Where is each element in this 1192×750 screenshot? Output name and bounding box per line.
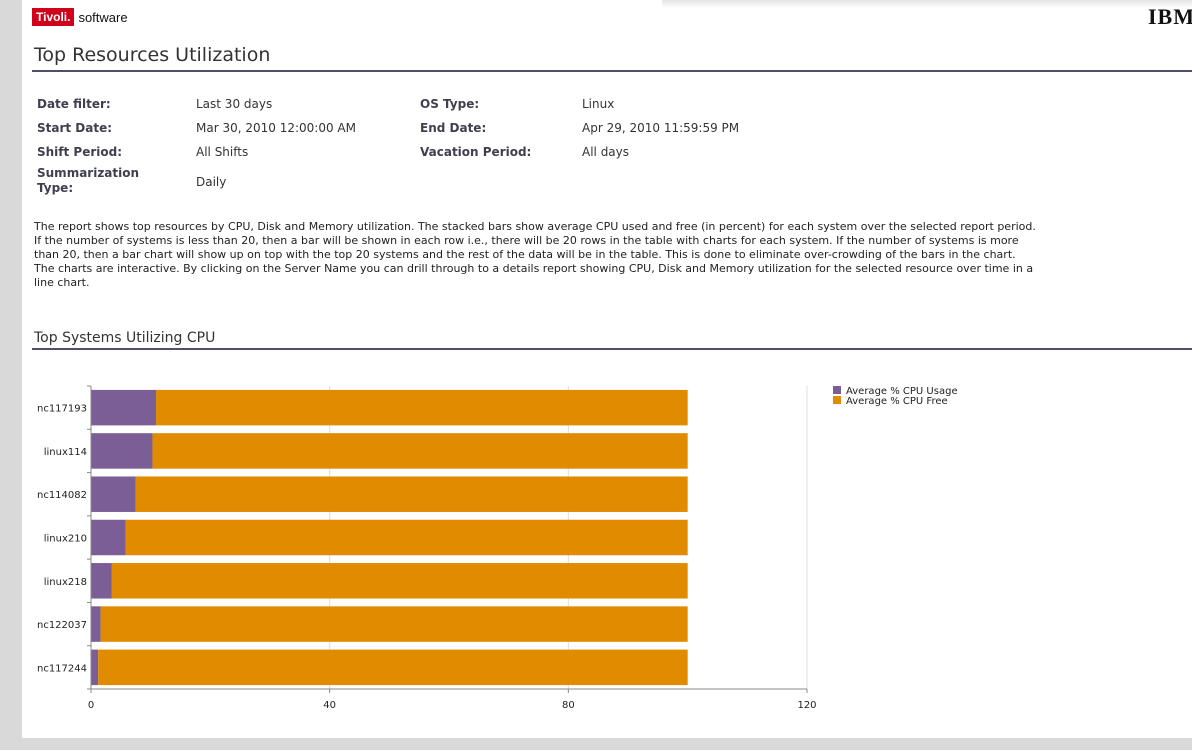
tivoli-badge: Tivoli.	[32, 8, 75, 26]
bar-cpu-usage[interactable]	[91, 433, 153, 469]
description-line: The charts are interactive. By clicking …	[34, 262, 1034, 275]
bar-cpu-usage[interactable]	[91, 519, 126, 556]
section-divider	[32, 348, 1192, 350]
x-tick-label: 120	[797, 700, 816, 711]
cpu-utilization-chart: nc117193 linux114 nc114082 linux210 linux218…	[37, 385, 958, 711]
shift-period-value: All Shifts	[196, 145, 249, 159]
description-line: than 20, then a bar chart will show up o…	[34, 248, 1016, 261]
bar-cpu-free[interactable]	[98, 649, 688, 686]
description-line: line chart.	[34, 276, 90, 289]
bar-cpu-free[interactable]	[156, 389, 688, 426]
bar-cpu-free[interactable]	[135, 476, 688, 512]
legend-swatch	[833, 386, 841, 394]
bar-cpu-usage[interactable]	[91, 389, 157, 426]
section-title: Top Systems Utilizing CPU	[34, 330, 216, 346]
chart-x-tick-labels: 0 40 80 120	[88, 700, 817, 711]
end-date-label: End Date:	[420, 121, 487, 135]
bar-cpu-usage[interactable]	[91, 476, 136, 512]
report-title: Top Resources Utilization	[34, 44, 271, 66]
os-type-value: Linux	[582, 97, 615, 111]
server-name-label[interactable]: linux114	[44, 447, 87, 458]
date-filter-value: Last 30 days	[196, 97, 273, 111]
server-name-label[interactable]: nc117193	[37, 404, 87, 415]
tivoli-software-logo: Tivoli. software	[32, 7, 128, 27]
description-line: The report shows top resources by CPU, D…	[34, 220, 1036, 233]
software-label: software	[78, 9, 128, 25]
chart-legend: Average % CPU UsageAverage % CPU Free	[833, 386, 958, 407]
summarization-type-label: Summarization Type:	[37, 166, 140, 195]
date-filter-label: Date filter:	[37, 97, 111, 111]
bar-cpu-free[interactable]	[111, 563, 688, 599]
start-date-value: Mar 30, 2010 12:00:00 AM	[196, 121, 356, 135]
end-date-value: Apr 29, 2010 11:59:59 PM	[582, 121, 740, 135]
title-divider	[32, 70, 1192, 72]
server-name-label[interactable]: nc114082	[37, 490, 87, 501]
bar-cpu-usage[interactable]	[91, 649, 99, 686]
report-page: Tivoli. software IBM Top Resources Utili…	[22, 0, 1192, 738]
server-name-label[interactable]: nc117244	[37, 663, 87, 674]
vacation-period-value: All days	[582, 145, 630, 159]
report-description: The report shows top resources by CPU, D…	[34, 220, 1192, 290]
bar-cpu-free[interactable]	[100, 606, 688, 642]
server-name-label[interactable]: nc122037	[37, 620, 87, 631]
vacation-period-label: Vacation Period:	[420, 145, 532, 159]
server-name-label[interactable]: linux218	[44, 577, 87, 588]
ibm-logo: IBM	[1148, 4, 1192, 29]
chart-bars	[91, 389, 688, 686]
browser-toolbar-edge	[662, 0, 1192, 8]
shift-period-label: Shift Period:	[37, 145, 123, 159]
summarization-type-value: Daily	[196, 175, 227, 189]
os-type-label: OS Type:	[420, 97, 480, 111]
legend-swatch	[833, 396, 841, 404]
bar-cpu-free[interactable]	[152, 433, 688, 469]
x-tick-label: 80	[562, 700, 575, 711]
start-date-label: Start Date:	[37, 121, 113, 135]
bar-cpu-free[interactable]	[125, 519, 688, 556]
description-line: If the number of systems is less than 20…	[34, 234, 1019, 247]
chart-category-labels: nc117193 linux114 nc114082 linux210 linux218…	[37, 404, 87, 675]
server-name-label[interactable]: linux210	[44, 534, 87, 545]
bar-cpu-usage[interactable]	[91, 606, 101, 642]
bar-cpu-usage[interactable]	[91, 563, 112, 599]
legend-label: Average % CPU Free	[846, 396, 948, 407]
x-tick-label: 0	[88, 700, 94, 711]
x-tick-label: 40	[323, 700, 336, 711]
